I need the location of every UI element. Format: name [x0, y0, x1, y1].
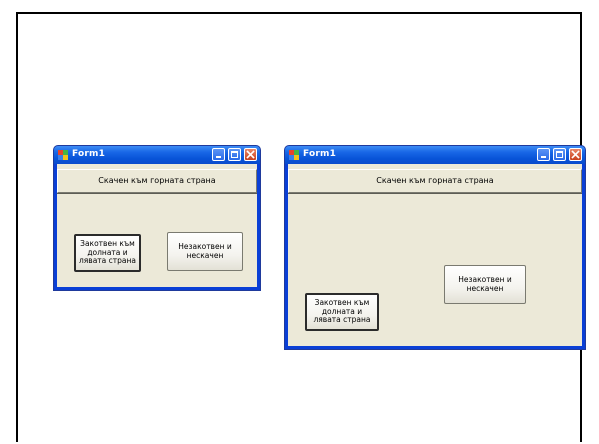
- bottom-left-anchored-button[interactable]: Закотвен към долната и лявата страна: [74, 234, 141, 272]
- title-bar[interactable]: Form1: [285, 146, 585, 164]
- close-icon: [246, 150, 255, 159]
- maximize-button[interactable]: [228, 148, 241, 161]
- top-docked-button[interactable]: Скачен към горната страна: [57, 169, 257, 193]
- button-label: Закотвен към долната и лявата страна: [313, 298, 371, 325]
- maximize-icon: [556, 151, 563, 158]
- button-label: Незакотвен и нескачен: [178, 241, 232, 260]
- unanchored-button[interactable]: Незакотвен и нескачен: [167, 232, 243, 271]
- maximize-button[interactable]: [553, 148, 566, 161]
- app-icon: [289, 150, 299, 160]
- button-label: Закотвен към долната и лявата страна: [78, 239, 137, 266]
- unanchored-button[interactable]: Незакотвен и нескачен: [444, 265, 526, 304]
- close-button[interactable]: [244, 148, 257, 161]
- maximize-icon: [231, 151, 238, 158]
- minimize-icon: [541, 156, 546, 158]
- form1-window-large[interactable]: Form1 Скачен към горната страна Закотвен…: [284, 145, 586, 350]
- button-label: Незакотвен и нескачен: [458, 274, 512, 293]
- form-client-area: Скачен към горната страна Закотвен към д…: [288, 164, 582, 346]
- close-icon: [571, 150, 580, 159]
- minimize-button[interactable]: [212, 148, 225, 161]
- minimize-icon: [216, 156, 221, 158]
- close-button[interactable]: [569, 148, 582, 161]
- title-bar[interactable]: Form1: [54, 146, 260, 164]
- app-icon: [58, 150, 68, 160]
- window-title: Form1: [303, 149, 337, 159]
- form-client-area: Скачен към горната страна Закотвен към д…: [57, 164, 257, 287]
- form1-window-small[interactable]: Form1 Скачен към горната страна Закотвен…: [53, 145, 261, 291]
- minimize-button[interactable]: [537, 148, 550, 161]
- bottom-left-anchored-button[interactable]: Закотвен към долната и лявата страна: [305, 293, 379, 331]
- window-title: Form1: [72, 149, 106, 159]
- top-docked-button[interactable]: Скачен към горната страна: [288, 169, 582, 193]
